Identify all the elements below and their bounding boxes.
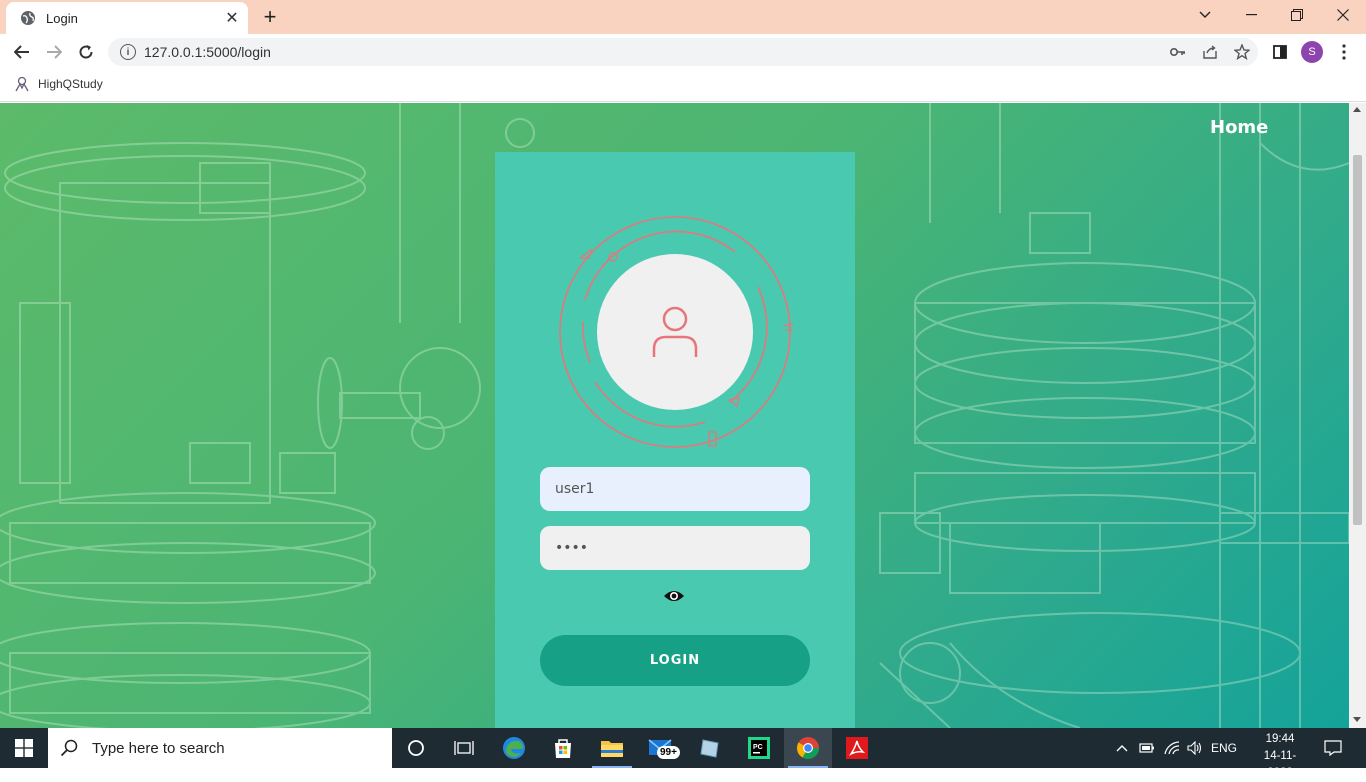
- cortana-circle-icon[interactable]: [392, 728, 440, 768]
- minimize-button[interactable]: [1228, 0, 1274, 30]
- chrome-icon[interactable]: [784, 728, 832, 768]
- username-field[interactable]: [540, 467, 810, 511]
- battery-icon[interactable]: [1136, 728, 1158, 768]
- mail-unread-badge: 99+: [657, 746, 680, 759]
- search-icon: [60, 739, 78, 757]
- side-panel-icon[interactable]: [1268, 40, 1292, 64]
- user-icon: [652, 306, 698, 357]
- clock-date: 14-11-2022: [1263, 750, 1297, 779]
- nav-home-link[interactable]: Home: [1210, 117, 1268, 138]
- language-indicator[interactable]: ENG: [1208, 728, 1240, 768]
- new-tab-button[interactable]: +: [258, 4, 282, 29]
- address-bar[interactable]: i 127.0.0.1:5000/login: [108, 38, 1258, 66]
- windows-logo-icon: [15, 739, 33, 757]
- bookmark-star-icon[interactable]: [1226, 38, 1258, 66]
- login-card: LOGIN: [495, 152, 855, 728]
- clock-time: 19:44: [1265, 733, 1295, 745]
- menu-kebab-icon[interactable]: [1332, 40, 1356, 64]
- browser-tab-strip: Login ✕ +: [0, 0, 1366, 34]
- tab-search-chevron-icon[interactable]: [1182, 0, 1228, 30]
- acrobat-reader-icon[interactable]: [833, 728, 881, 768]
- file-explorer-icon[interactable]: [588, 728, 636, 768]
- login-button[interactable]: LOGIN: [540, 635, 810, 686]
- globe-icon: [21, 11, 35, 25]
- profile-avatar[interactable]: S: [1301, 41, 1323, 63]
- pycharm-icon[interactable]: PC: [735, 728, 783, 768]
- password-field[interactable]: [540, 526, 810, 570]
- restore-button[interactable]: [1274, 0, 1320, 30]
- bookmark-label: HighQStudy: [38, 77, 103, 91]
- bookmark-highqstudy[interactable]: HighQStudy: [14, 76, 103, 92]
- mail-icon[interactable]: 99+: [637, 728, 685, 768]
- bookmark-favicon-icon: [15, 76, 29, 92]
- browser-toolbar: i 127.0.0.1:5000/login S: [0, 34, 1366, 70]
- forward-arrow-icon[interactable]: [42, 40, 66, 64]
- edge-browser-icon[interactable]: [490, 728, 538, 768]
- bookmarks-bar: HighQStudy: [0, 70, 1366, 102]
- wifi-icon[interactable]: [1161, 728, 1183, 768]
- scroll-up-arrow-icon[interactable]: [1353, 107, 1361, 112]
- show-hidden-icons-chevron-icon[interactable]: [1112, 728, 1132, 768]
- share-icon[interactable]: [1194, 38, 1226, 66]
- close-window-button[interactable]: [1320, 0, 1366, 30]
- scroll-down-arrow-icon[interactable]: [1353, 717, 1361, 722]
- taskbar-search-box[interactable]: Type here to search: [48, 728, 392, 768]
- reload-icon[interactable]: [74, 40, 98, 64]
- taskbar-clock[interactable]: 19:44 14-11-2022: [1252, 731, 1308, 782]
- browser-tab[interactable]: Login ✕: [6, 2, 248, 34]
- windows-start-button[interactable]: [0, 728, 48, 768]
- url-text: 127.0.0.1:5000/login: [144, 44, 271, 60]
- taskbar-search-placeholder: Type here to search: [92, 739, 225, 757]
- back-arrow-icon[interactable]: [10, 40, 34, 64]
- avatar-circle: [597, 254, 753, 410]
- show-password-eye-icon[interactable]: [663, 588, 685, 604]
- microsoft-store-icon[interactable]: [539, 728, 587, 768]
- tab-title: Login: [46, 10, 78, 26]
- notes-app-icon[interactable]: [686, 728, 734, 768]
- scrollbar-thumb[interactable]: [1353, 155, 1362, 525]
- windows-taskbar: Type here to search 99+ PC ENG 19:44 14-…: [0, 728, 1366, 779]
- page-scrollbar[interactable]: [1349, 103, 1366, 728]
- avatar-emblem: [555, 212, 795, 452]
- task-view-icon[interactable]: [440, 728, 488, 768]
- volume-icon[interactable]: [1184, 728, 1206, 768]
- site-info-icon[interactable]: i: [120, 44, 136, 60]
- close-tab-icon[interactable]: ✕: [220, 6, 244, 30]
- svg-text:PC: PC: [753, 744, 763, 751]
- key-icon[interactable]: [1162, 38, 1194, 66]
- login-page: Home user1 •••• LOGIN: [0, 103, 1349, 728]
- notifications-icon[interactable]: [1318, 728, 1348, 768]
